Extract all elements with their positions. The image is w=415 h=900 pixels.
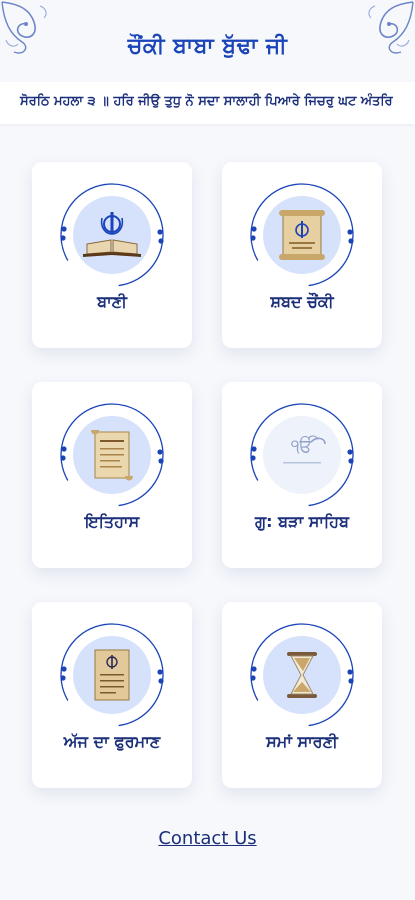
page-title: ਚੌਂਕੀ ਬਾਬਾ ਬੁੱਢਾ ਜੀ [127,34,288,59]
history-scroll-icon [91,430,133,481]
card-label: ਅੱਜ ਦਾ ਫੁਰਮਾਣ [63,732,161,751]
card-samaan-saarni[interactable]: ਸਮਾਂ ਸਾਰਣੀ [222,602,382,788]
card-ajj-da-furmaan[interactable]: ਅੱਜ ਦਾ ਫੁਰਮਾਣ [32,602,192,788]
hukamnama-paper-icon [94,649,130,701]
hourglass-icon [287,652,317,698]
ik-onkar-icon: ੴ [283,436,326,464]
card-label: ਬਾਣੀ [97,292,127,311]
card-label: ਸਮਾਂ ਸਾਰਣੀ [266,732,338,751]
gurbani-ticker: ਸੋਰਠਿ ਮਹਲਾ ੩ ॥ ਹਰਿ ਜੀਉ ਤੁਧੁ ਨੋ ਸਦਾ ਸਾਲਾਹ… [0,82,415,124]
contact-us-link[interactable]: Contact Us [0,828,415,849]
card-shabad-chaunki[interactable]: ਸ਼ਬਦ ਚੌਂਕੀ [222,162,382,348]
card-itihas[interactable]: ਇਤਿਹਾਸ [32,382,192,568]
card-label: ਗੁ: ਬੜਾ ਸਾਹਿਬ [255,512,349,531]
book-khanda-icon [83,212,141,257]
ticker-text: ਸੋਰਠਿ ਮਹਲਾ ੩ ॥ ਹਰਿ ਜੀਉ ਤੁਧੁ ਨੋ ਸਦਾ ਸਾਲਾਹ… [20,94,393,109]
scroll-khanda-icon [279,210,325,260]
card-bani[interactable]: ਬਾਣੀ [32,162,192,348]
card-label: ਸ਼ਬਦ ਚੌਂਕੀ [270,292,334,311]
card-label: ਇਤਿਹਾਸ [84,512,140,531]
header: ਚੌਂਕੀ ਬਾਬਾ ਬੁੱਢਾ ਜੀ [0,0,415,82]
card-gurdwara-barha-sahib[interactable]: ੴ ਗੁ: ਬੜਾ ਸਾਹਿਬ [222,382,382,568]
